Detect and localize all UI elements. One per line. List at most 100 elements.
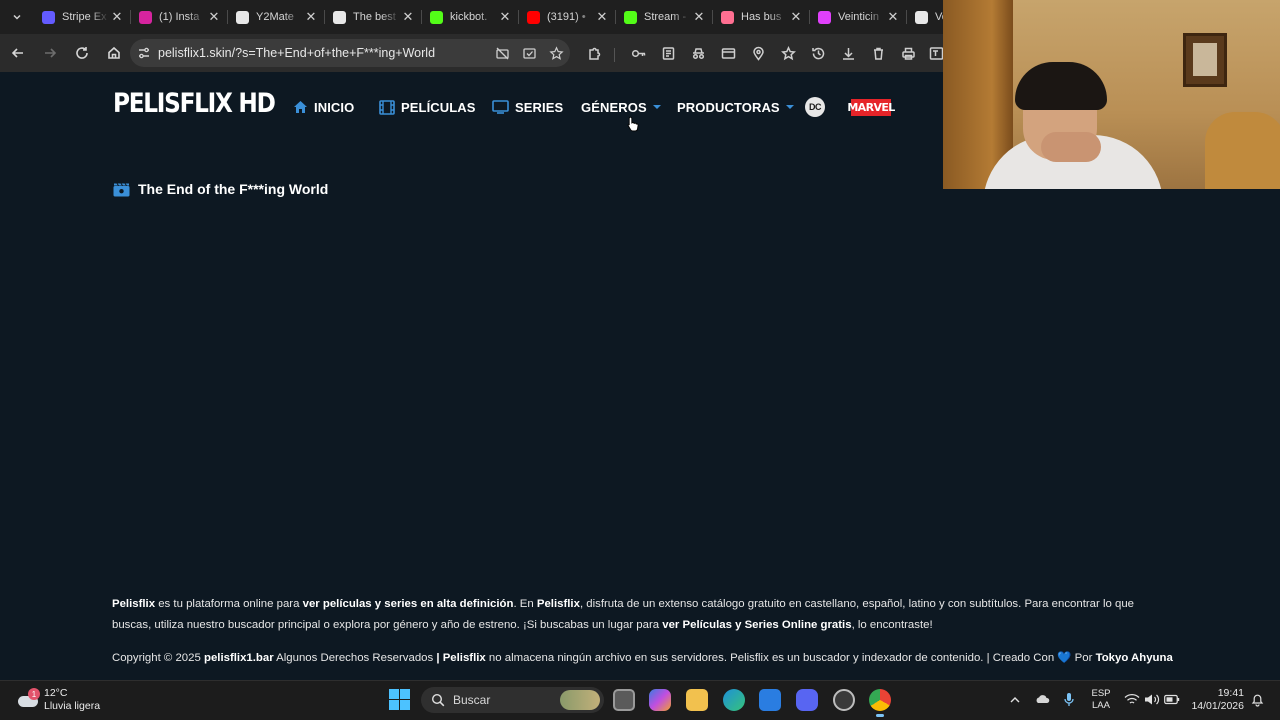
history-icon — [811, 47, 824, 59]
close-tab-icon[interactable]: ✕ — [594, 9, 610, 25]
browser-tab[interactable]: Stream - ✕ — [616, 0, 713, 34]
close-tab-icon[interactable]: ✕ — [303, 9, 319, 25]
tab-favicon-icon — [818, 10, 831, 24]
copyright-brand: | Pelisflix — [436, 652, 486, 664]
volume-icon[interactable] — [1144, 693, 1160, 706]
obs-icon[interactable] — [833, 689, 855, 711]
weather-temperature: 12°C — [44, 687, 68, 699]
print-button[interactable] — [898, 43, 918, 63]
copyright-text-4: Por — [1071, 652, 1096, 664]
clapperboard-icon — [113, 182, 130, 196]
payment-button[interactable] — [718, 43, 738, 63]
trash-icon — [873, 47, 883, 60]
reader-icon — [662, 46, 674, 60]
home-button[interactable] — [99, 38, 129, 68]
incognito-button[interactable] — [688, 43, 708, 63]
downloads-button[interactable] — [838, 43, 858, 63]
browser-tab[interactable]: Veinticin ✕ — [810, 0, 907, 34]
microphone-icon[interactable] — [1063, 692, 1075, 708]
onedrive-icon[interactable] — [1034, 693, 1050, 705]
site-logo[interactable]: PELISFLIX HD — [113, 88, 276, 119]
close-tab-icon[interactable]: ✕ — [497, 9, 513, 25]
chevron-up-icon[interactable] — [1009, 695, 1021, 705]
browser-tab[interactable]: (1) Insta ✕ — [131, 0, 228, 34]
close-tab-icon[interactable]: ✕ — [109, 9, 125, 25]
notification-bell-icon[interactable] — [1251, 693, 1264, 707]
battery-icon[interactable] — [1164, 694, 1180, 705]
caret-down-icon — [785, 105, 794, 109]
edge-icon[interactable] — [723, 689, 745, 711]
printer-icon — [901, 47, 915, 60]
location-button[interactable] — [748, 43, 768, 63]
tab-favicon-icon — [915, 10, 928, 24]
taskbar-search[interactable]: Buscar — [421, 687, 604, 713]
tab-search-button[interactable] — [4, 4, 30, 30]
nav-productoras-label: PRODUCTORAS — [677, 99, 780, 115]
tab-favicon-icon — [527, 10, 540, 24]
discord-icon[interactable] — [796, 689, 818, 711]
tab-favicon-icon — [430, 10, 443, 24]
browser-tab[interactable]: The best ✕ — [325, 0, 422, 34]
weather-notification-badge: 1 — [28, 688, 40, 700]
search-result-heading: The End of the F***ing World — [113, 180, 328, 198]
close-tab-icon[interactable]: ✕ — [885, 9, 901, 25]
address-bar[interactable]: pelisflix1.skin/?s=The+End+of+the+F***in… — [130, 39, 570, 67]
url-text[interactable]: pelisflix1.skin/?s=The+End+of+the+F***in… — [158, 46, 489, 60]
history-button[interactable] — [808, 43, 828, 63]
wifi-icon[interactable] — [1124, 693, 1140, 706]
delete-button[interactable] — [868, 43, 888, 63]
star-list-icon — [780, 45, 796, 60]
extensions-button[interactable] — [584, 43, 604, 63]
webcam-person-hair — [1015, 62, 1107, 110]
nav-inicio[interactable]: INICIO — [293, 96, 354, 118]
search-highlight-image — [560, 690, 600, 710]
camera-blocked-button[interactable] — [489, 46, 516, 61]
close-tab-icon[interactable]: ✕ — [788, 9, 804, 25]
close-tab-icon[interactable]: ✕ — [206, 9, 222, 25]
copyright-domain-link[interactable]: pelisflix1.bar — [204, 652, 274, 664]
tab-favicon-icon — [624, 10, 637, 24]
system-clock[interactable]: 19:41 14/01/2026 — [1186, 687, 1244, 713]
map-pin-icon — [752, 46, 764, 61]
cloud-rain-icon: 1 — [16, 688, 40, 710]
nav-productoras[interactable]: PRODUCTORAS — [677, 96, 794, 118]
bookmark-button[interactable] — [543, 45, 570, 61]
nav-marvel-logo[interactable]: MARVEL — [847, 99, 895, 116]
webcam-person-hand — [1041, 132, 1101, 162]
input-language[interactable]: ESP LAA — [1090, 688, 1112, 712]
chrome-icon[interactable] — [869, 689, 891, 717]
microsoft-store-icon[interactable] — [759, 689, 781, 711]
nav-generos[interactable]: GÉNEROS — [581, 96, 661, 118]
weather-widget[interactable]: 1 12°C Lluvia ligera — [16, 687, 100, 713]
save-page-button[interactable] — [516, 46, 543, 61]
bookmarks-button[interactable] — [778, 43, 798, 63]
browser-tab[interactable]: Has bus ✕ — [713, 0, 810, 34]
nav-series[interactable]: SERIES — [492, 96, 563, 118]
nav-dc-logo[interactable]: DC — [805, 97, 825, 117]
windows-start-icon[interactable] — [389, 689, 410, 710]
tv-icon — [492, 100, 509, 114]
browser-tab[interactable]: Y2Mate ✕ — [228, 0, 325, 34]
close-tab-icon[interactable]: ✕ — [691, 9, 707, 25]
browser-tab[interactable]: Stripe Ex ✕ — [34, 0, 131, 34]
tab-favicon-icon — [42, 10, 55, 24]
file-explorer-icon[interactable] — [686, 689, 708, 711]
nav-inicio-label: INICIO — [314, 99, 355, 115]
tab-favicon-icon — [333, 10, 346, 24]
forward-button[interactable] — [35, 38, 65, 68]
task-view-icon[interactable] — [613, 689, 635, 711]
copilot-icon[interactable] — [649, 689, 671, 711]
passwords-button[interactable] — [628, 43, 648, 63]
site-info-button[interactable] — [130, 46, 158, 60]
footer-highlight-2: ver Películas y Series Online gratis — [662, 618, 852, 631]
browser-tab[interactable]: kickbot. ✕ — [422, 0, 519, 34]
browser-tab[interactable]: (3191) • ✕ — [519, 0, 616, 34]
close-tab-icon[interactable]: ✕ — [400, 9, 416, 25]
tab-title: kickbot. — [450, 11, 488, 23]
back-button[interactable] — [3, 38, 33, 68]
nav-peliculas[interactable]: PELÍCULAS — [379, 96, 476, 118]
reading-mode-button[interactable] — [658, 43, 678, 63]
reload-button[interactable] — [67, 38, 97, 68]
nav-peliculas-label: PELÍCULAS — [401, 99, 476, 115]
hand-cursor-icon — [627, 116, 639, 132]
